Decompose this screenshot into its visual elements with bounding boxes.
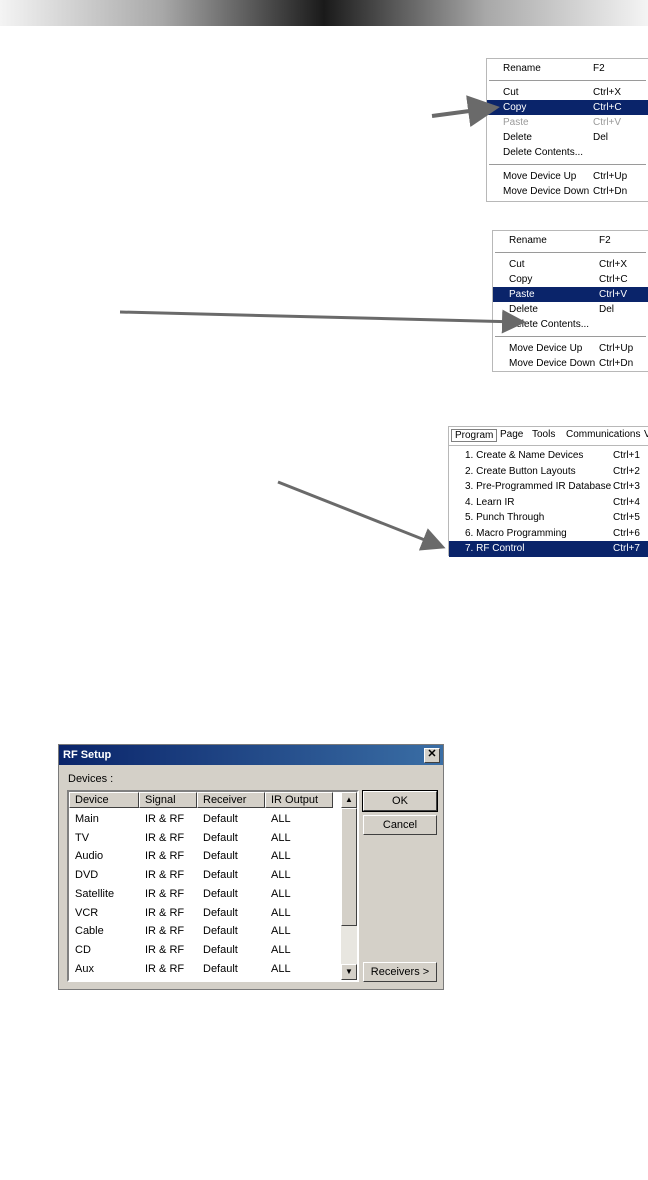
- cell-receiver: Default: [203, 869, 238, 882]
- cell-device: Cable: [75, 925, 104, 938]
- cell-receiver: Default: [203, 887, 238, 900]
- cell-signal: IR & RF: [145, 887, 185, 900]
- close-icon[interactable]: ✕: [424, 748, 440, 763]
- scroll-thumb[interactable]: [341, 808, 357, 926]
- cell-receiver: Default: [203, 850, 238, 863]
- cell-signal: IR & RF: [145, 925, 185, 938]
- cell-ir-output: ALL: [271, 906, 291, 919]
- cell-signal: IR & RF: [145, 962, 185, 975]
- devices-label: Devices :: [68, 773, 114, 785]
- dialog-title: RF Setup: [63, 749, 112, 761]
- cell-device: Satellite: [75, 887, 115, 900]
- cell-ir-output: ALL: [271, 887, 291, 900]
- cell-device: TV: [75, 831, 90, 844]
- column-header-receiver[interactable]: Receiver: [197, 792, 265, 808]
- rf-setup-dialog: RF Setup ✕ Devices : Device Signal Recei…: [58, 744, 444, 990]
- cell-ir-output: ALL: [271, 943, 291, 956]
- cell-ir-output: ALL: [271, 869, 291, 882]
- cell-receiver: Default: [203, 962, 238, 975]
- cancel-button[interactable]: Cancel: [363, 815, 437, 835]
- arrow-to-rf-control: [277, 480, 446, 551]
- cell-device: Main: [75, 813, 99, 825]
- cell-ir-output: ALL: [271, 813, 291, 825]
- cell-ir-output: ALL: [271, 962, 291, 975]
- cell-signal: IR & RF: [145, 850, 185, 863]
- cell-receiver: Default: [203, 943, 238, 956]
- receivers-button[interactable]: Receivers >: [363, 962, 437, 982]
- cell-signal: IR & RF: [145, 813, 185, 825]
- cell-ir-output: ALL: [271, 925, 291, 938]
- annotation-arrows: [119, 95, 526, 982]
- cell-device: Aux: [75, 962, 94, 975]
- dialog-titlebar: RF Setup ✕: [59, 745, 443, 765]
- cell-signal: IR & RF: [145, 906, 185, 919]
- cell-receiver: Default: [203, 813, 238, 825]
- column-header-ir-output[interactable]: IR Output: [265, 792, 333, 808]
- cell-signal: IR & RF: [145, 943, 185, 956]
- list-scrollbar[interactable]: ▲ ▼: [341, 792, 357, 980]
- devices-list[interactable]: Device Signal Receiver IR Output Main IR …: [67, 790, 359, 982]
- cell-device: Audio: [75, 850, 104, 863]
- column-header-signal[interactable]: Signal: [139, 792, 197, 808]
- arrow-to-copy: [431, 95, 500, 128]
- arrow-to-paste: [119, 309, 526, 334]
- scroll-down-icon[interactable]: ▼: [341, 964, 357, 980]
- cell-device: CD: [75, 943, 91, 956]
- cell-ir-output: ALL: [271, 850, 291, 863]
- column-header-device[interactable]: Device: [69, 792, 139, 808]
- scroll-up-icon[interactable]: ▲: [341, 792, 357, 808]
- cell-device: VCR: [75, 906, 99, 919]
- cell-device: DVD: [75, 869, 99, 882]
- ok-button[interactable]: OK: [362, 790, 438, 812]
- cell-receiver: Default: [203, 925, 238, 938]
- cell-ir-output: ALL: [271, 831, 291, 844]
- cell-signal: IR & RF: [145, 869, 185, 882]
- cell-signal: IR & RF: [145, 831, 185, 844]
- cell-receiver: Default: [203, 906, 238, 919]
- cell-receiver: Default: [203, 831, 238, 844]
